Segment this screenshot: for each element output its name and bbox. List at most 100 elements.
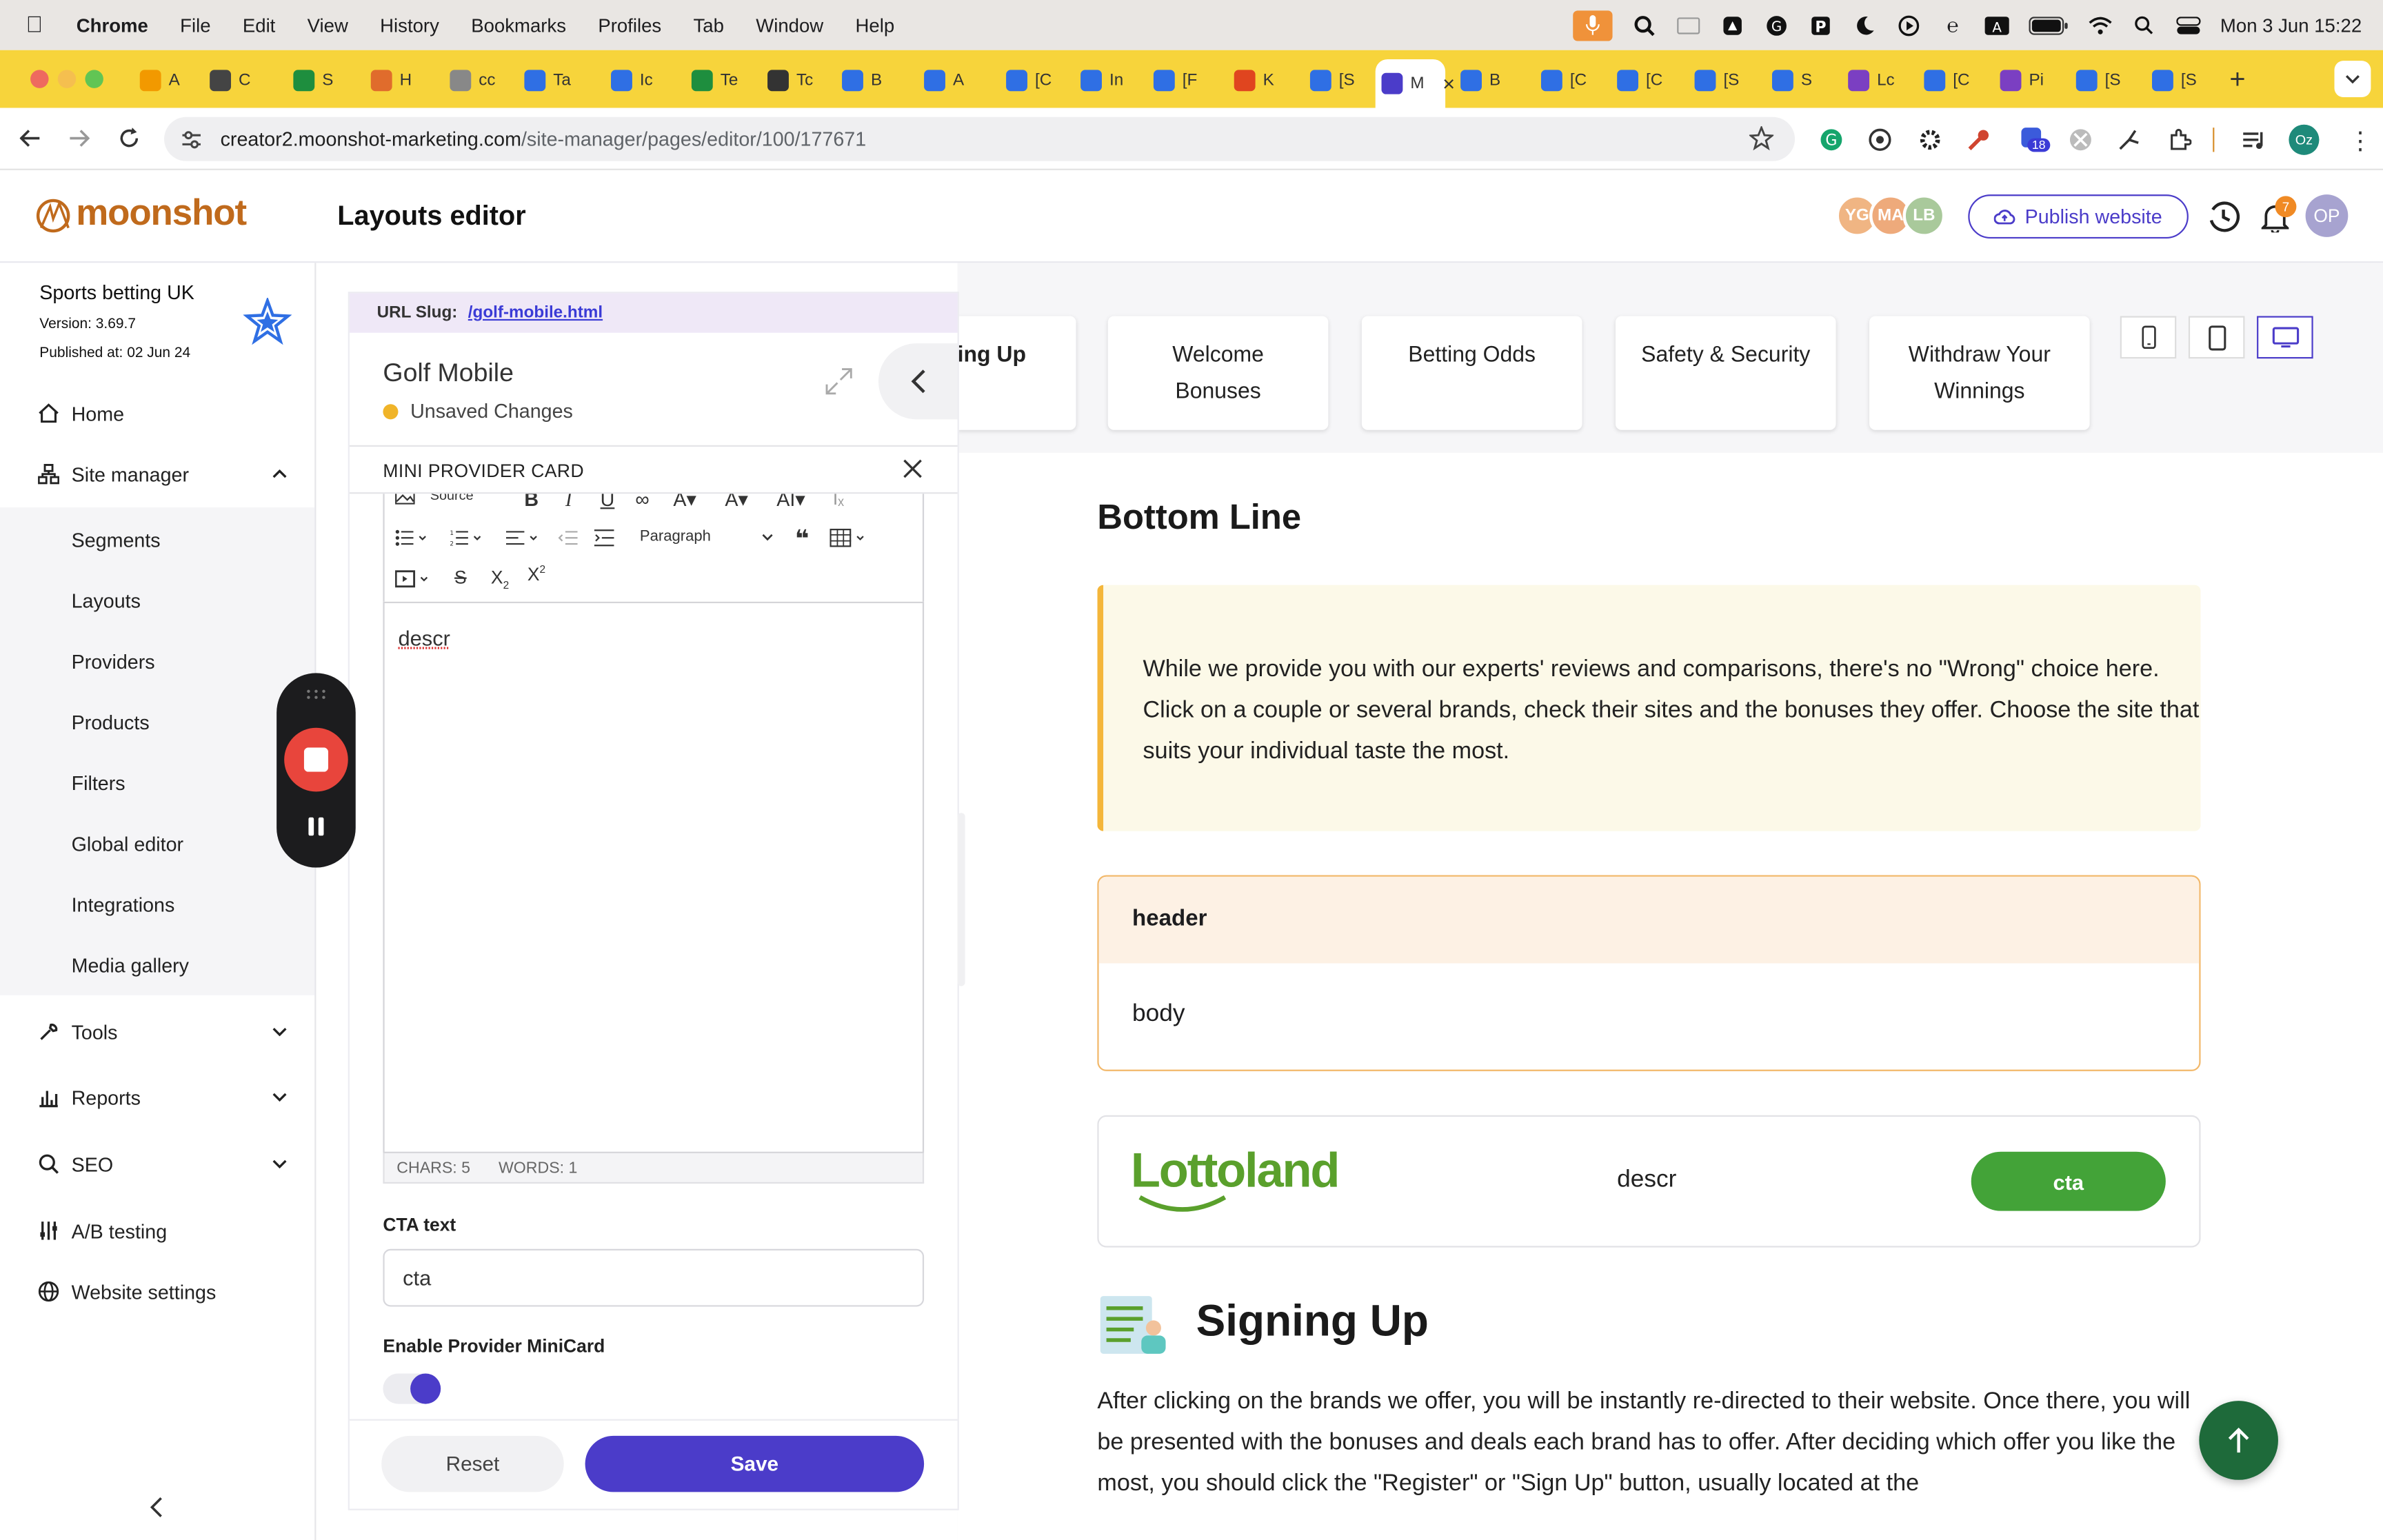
subscript-icon[interactable]: X2 xyxy=(491,567,509,591)
tab-item[interactable]: [S xyxy=(1304,62,1365,99)
menu-window[interactable]: Window xyxy=(756,14,823,36)
user-avatar[interactable]: OP xyxy=(2305,194,2349,237)
tab-item[interactable]: K xyxy=(1228,62,1289,99)
link-icon[interactable]: ∞ xyxy=(635,494,649,510)
tab-item[interactable]: B xyxy=(836,62,896,99)
grammarly-icon[interactable]: G xyxy=(1764,13,1789,37)
tab-item[interactable]: In xyxy=(1074,62,1135,99)
drag-handle-icon[interactable] xyxy=(305,688,327,700)
highlight-icon[interactable]: A▾ xyxy=(725,494,748,511)
tab-item[interactable]: cc xyxy=(444,62,505,99)
tab-item[interactable]: H xyxy=(365,62,425,99)
sidebar-sub-providers[interactable]: Providers xyxy=(72,650,155,673)
moon-icon[interactable] xyxy=(1853,13,1877,37)
paragraph-select[interactable]: Paragraph xyxy=(640,529,776,545)
scroll-to-top-button[interactable] xyxy=(2199,1401,2278,1480)
sidebar-item-seo[interactable]: SEO xyxy=(0,1133,314,1194)
bold-icon[interactable]: B xyxy=(524,494,539,510)
menu-bookmarks[interactable]: Bookmarks xyxy=(471,14,566,36)
accordion-block[interactable]: header body xyxy=(1097,875,2201,1071)
tab-item[interactable]: [C xyxy=(1535,62,1596,99)
tab-item[interactable]: B xyxy=(1454,62,1515,99)
superscript-icon[interactable]: X2 xyxy=(527,564,545,585)
control-center-icon[interactable] xyxy=(2175,13,2201,37)
chrome-profile-avatar[interactable]: Oz xyxy=(2289,124,2320,155)
mobile-view-button[interactable] xyxy=(2120,316,2177,359)
sidebar-sub-global-editor[interactable]: Global editor xyxy=(72,833,183,855)
outdent-icon[interactable] xyxy=(558,529,579,547)
minicard-cta-button[interactable]: cta xyxy=(1971,1151,2166,1211)
lottoland-logo[interactable]: Lottoland xyxy=(1131,1142,1340,1199)
stop-recording-button[interactable] xyxy=(284,727,348,792)
sidebar-sub-products[interactable]: Products xyxy=(72,711,150,734)
new-tab-icon[interactable]: + xyxy=(2229,64,2245,96)
avatar-lb[interactable]: LB xyxy=(1902,194,1946,237)
battery-icon[interactable] xyxy=(2029,13,2068,37)
moonshot-logo-icon[interactable] xyxy=(35,198,74,234)
tab-item[interactable]: Ic xyxy=(605,62,665,99)
site-settings-icon[interactable] xyxy=(181,130,202,148)
reload-icon[interactable] xyxy=(119,128,140,149)
tab-item[interactable]: [F xyxy=(1147,62,1208,99)
tab-item[interactable]: A xyxy=(918,62,978,99)
menu-history[interactable]: History xyxy=(380,14,439,36)
publish-website-button[interactable]: Publish website xyxy=(1968,194,2189,239)
tab-item[interactable]: C xyxy=(203,62,264,99)
forward-icon[interactable] xyxy=(68,128,90,149)
numbered-list-icon[interactable]: 12 xyxy=(450,529,483,547)
tablet-view-button[interactable] xyxy=(2188,316,2245,359)
extensions-puzzle-icon[interactable] xyxy=(2167,128,2192,152)
tab-item[interactable]: Ta xyxy=(519,62,579,99)
sidebar-sub-media-gallery[interactable]: Media gallery xyxy=(72,954,189,977)
sidebar-item-home[interactable]: Home xyxy=(0,383,314,443)
menu-file[interactable]: File xyxy=(180,14,210,36)
tab-search-icon[interactable] xyxy=(2334,61,2371,98)
close-tab-icon[interactable]: × xyxy=(1442,72,1455,96)
bookmark-star-icon[interactable] xyxy=(1749,125,1774,151)
datetime[interactable]: Mon 3 Jun 15:22 xyxy=(2220,14,2362,36)
preview-nav-card-signing-up[interactable]: ing Up xyxy=(957,316,1076,430)
tab-item[interactable]: [S xyxy=(1689,62,1749,99)
menu-app[interactable]: Chrome xyxy=(77,14,148,36)
preview-nav-card-betting-odds[interactable]: Betting Odds xyxy=(1361,316,1582,430)
italic-icon[interactable]: I xyxy=(565,494,572,511)
sidebar-item-ab-testing[interactable]: A/B testing xyxy=(0,1200,314,1261)
tab-active[interactable]: M × xyxy=(1375,59,1455,108)
desktop-view-button[interactable] xyxy=(2257,316,2313,359)
minimize-window-button[interactable] xyxy=(57,70,77,88)
sidebar-item-website-settings[interactable]: Website settings xyxy=(0,1261,314,1321)
underline-icon[interactable]: U xyxy=(601,494,615,510)
tab-item[interactable]: S xyxy=(288,62,348,99)
tab-item[interactable]: Lc xyxy=(1842,62,1902,99)
sidebar-item-site-manager[interactable]: Site manager xyxy=(0,444,314,505)
accordion-header[interactable]: header xyxy=(1098,876,2200,964)
media-embed-icon[interactable] xyxy=(395,570,434,588)
image-icon[interactable] xyxy=(395,494,415,505)
url-slug-link[interactable]: /golf-mobile.html xyxy=(468,304,603,322)
spotlight-icon[interactable] xyxy=(2132,13,2156,37)
table-icon[interactable] xyxy=(829,529,869,547)
p-app-icon[interactable]: P xyxy=(1809,13,1833,37)
chrome-menu-icon[interactable]: ⋮ xyxy=(2348,126,2372,156)
tab-item[interactable]: Tc xyxy=(761,62,822,99)
bluetooth-icon[interactable]: ℮ xyxy=(1940,13,1964,37)
preview-nav-card-safety-security[interactable]: Safety & Security xyxy=(1615,316,1836,430)
key-extension-icon[interactable] xyxy=(1967,128,1991,152)
expand-icon[interactable] xyxy=(824,366,854,396)
collapse-sidebar-icon[interactable] xyxy=(149,1497,164,1518)
enable-minicard-toggle[interactable] xyxy=(383,1373,441,1404)
tab-item[interactable]: [C xyxy=(1611,62,1671,99)
source-button[interactable]: Source xyxy=(430,494,474,503)
play-icon[interactable] xyxy=(1896,13,1920,37)
close-window-button[interactable] xyxy=(30,70,49,88)
menu-help[interactable]: Help xyxy=(855,14,894,36)
tab-item[interactable]: [S xyxy=(2070,62,2131,99)
align-icon[interactable] xyxy=(505,529,539,547)
reset-button[interactable]: Reset xyxy=(381,1435,564,1492)
moonshot-logo-text[interactable]: moonshot xyxy=(76,193,247,236)
font-color-icon[interactable]: A▾ xyxy=(673,494,696,511)
tab-item[interactable]: [S xyxy=(2146,62,2206,99)
tab-item[interactable]: Pi xyxy=(1994,62,2055,99)
collapse-panel-button[interactable] xyxy=(878,343,958,420)
sidebar-sub-layouts[interactable]: Layouts xyxy=(72,589,141,612)
